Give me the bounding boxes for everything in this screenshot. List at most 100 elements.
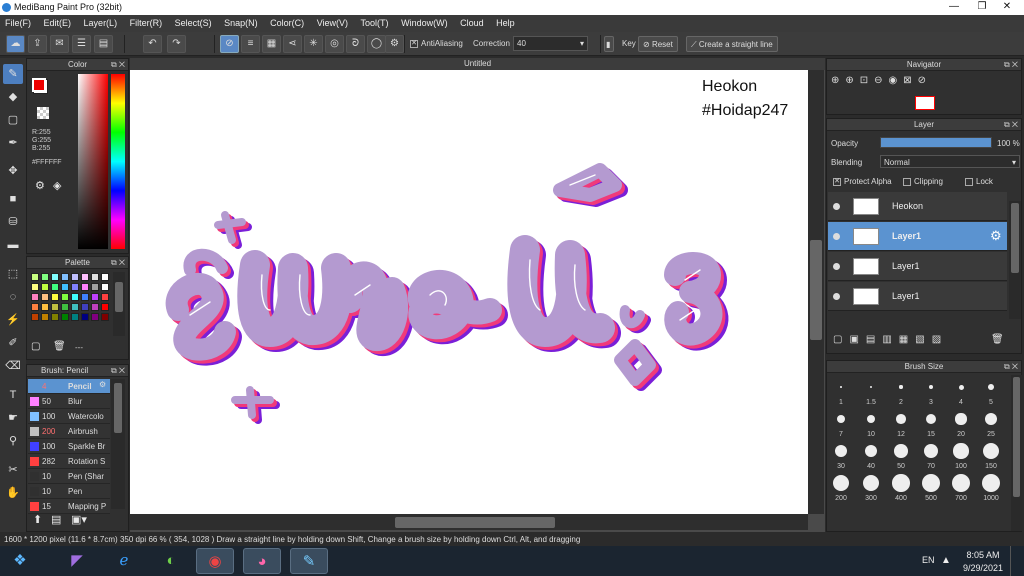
add-brush-icon[interactable]: ⬆: [33, 513, 42, 526]
correction-select[interactable]: 40 ▾: [513, 36, 588, 51]
palette-swatch[interactable]: [91, 313, 99, 321]
palette-swatch[interactable]: [91, 303, 99, 311]
trash-icon[interactable]: 🗑: [53, 341, 66, 352]
menu-file[interactable]: File(F): [0, 15, 36, 28]
layer-gear-icon[interactable]: ⚙: [990, 228, 1002, 244]
share-icon[interactable]: ⇪: [28, 35, 47, 53]
antialiasing-checkbox[interactable]: ✕ AntiAliasing: [410, 39, 463, 48]
brush-size-option[interactable]: 5: [976, 378, 1006, 406]
palette-swatch[interactable]: [91, 273, 99, 281]
menu-filter[interactable]: Filter(R): [125, 15, 168, 28]
palette-swatch[interactable]: [91, 283, 99, 291]
blending-select[interactable]: Normal ▾: [880, 155, 1020, 168]
foreground-color-swatch[interactable]: [32, 78, 46, 92]
protect-alpha-checkbox[interactable]: ✕ Protect Alpha: [833, 177, 892, 186]
brush-size-option[interactable]: 12: [886, 410, 916, 438]
brush-size-option[interactable]: 1000: [976, 474, 1006, 502]
canvas-vertical-scrollbar[interactable]: [808, 70, 824, 514]
brush-size-option[interactable]: 150: [976, 442, 1006, 470]
app-green-icon[interactable]: ◐: [152, 548, 190, 574]
brush-list-item[interactable]: 10 Pen: [28, 484, 110, 499]
grid-snap-icon[interactable]: ▦: [262, 35, 281, 53]
palette-swatch[interactable]: [51, 313, 59, 321]
lasso-tool-icon[interactable]: ◌: [3, 287, 23, 307]
undo-icon[interactable]: ↶: [143, 35, 162, 53]
snap-settings-gear-icon[interactable]: ⚙: [385, 35, 404, 53]
navigator-thumbnail[interactable]: [915, 96, 935, 110]
hue-slider[interactable]: [111, 74, 125, 249]
palette-swatch[interactable]: [81, 293, 89, 301]
layer-scrollbar[interactable]: [1009, 201, 1021, 319]
palette-swatch[interactable]: [71, 293, 79, 301]
navigator-zoom-controls[interactable]: ⊕⊕⊡⊖◉⊠⊘: [831, 75, 932, 86]
palette-swatch[interactable]: [41, 293, 49, 301]
visibility-eye-icon[interactable]: [833, 293, 840, 300]
brush-size-option[interactable]: 7: [826, 410, 856, 438]
brush-size-option[interactable]: 15: [916, 410, 946, 438]
menu-select[interactable]: Select(S): [170, 15, 217, 28]
palette-swatch[interactable]: [31, 313, 39, 321]
comment-icon[interactable]: ✉: [50, 35, 69, 53]
panel-buttons-icon[interactable]: ⧉ ✕: [1004, 119, 1018, 131]
medibang-icon[interactable]: ✎: [290, 548, 328, 574]
palette-swatch[interactable]: [31, 293, 39, 301]
close-button[interactable]: ✕: [990, 0, 1024, 15]
visual-studio-icon[interactable]: ◤: [58, 548, 96, 574]
add-page-icon[interactable]: ▢: [31, 341, 40, 352]
brush-menu-icon[interactable]: ▣▾: [71, 513, 87, 526]
palette-icon[interactable]: ⚙: [35, 179, 45, 192]
canvas-paper[interactable]: Heokon #Hoidap247: [130, 70, 808, 514]
brush-size-option[interactable]: 1: [826, 378, 856, 406]
palette-scrollbar[interactable]: [113, 272, 125, 336]
panel-buttons-icon[interactable]: ⧉ ✕: [1004, 59, 1018, 71]
brush-size-option[interactable]: 700: [946, 474, 976, 502]
brush-size-option[interactable]: 3: [916, 378, 946, 406]
brush-size-option[interactable]: 70: [916, 442, 946, 470]
rectangle-tool-icon[interactable]: ▢: [3, 110, 23, 130]
palette-swatch[interactable]: [31, 283, 39, 291]
palette-swatch[interactable]: [51, 293, 59, 301]
brush-gear-icon[interactable]: ⚙: [99, 380, 106, 389]
divide-tool-icon[interactable]: ✂: [3, 460, 23, 480]
panel-buttons-icon[interactable]: ⧉ ✕: [1004, 361, 1018, 373]
menu-edit[interactable]: Edit(E): [39, 15, 77, 28]
brush-size-option[interactable]: 30: [826, 442, 856, 470]
concentric-snap-icon[interactable]: ◎: [325, 35, 344, 53]
parallel-snap-icon[interactable]: ≡: [241, 35, 260, 53]
palette-swatch[interactable]: [101, 273, 109, 281]
opacity-slider[interactable]: [880, 137, 992, 148]
brush-size-option[interactable]: 50: [886, 442, 916, 470]
brush-size-option[interactable]: 10: [856, 410, 886, 438]
reset-button[interactable]: ⊘ Reset: [638, 36, 678, 52]
menu-window[interactable]: Window(W): [396, 15, 453, 28]
magic-wand-icon[interactable]: ⚡: [3, 310, 23, 330]
brush-size-option[interactable]: 1.5: [856, 378, 886, 406]
hand-tool-icon[interactable]: ✋: [3, 483, 23, 503]
menu-help[interactable]: Help: [491, 15, 520, 28]
layer-action-icons[interactable]: ▢▣▤▥▦▧▨: [833, 334, 948, 345]
palette-swatch[interactable]: [61, 313, 69, 321]
menu-snap[interactable]: Snap(N): [219, 15, 263, 28]
brush-tool-icon[interactable]: ✎: [3, 64, 23, 84]
color-picker-icon[interactable]: ◈: [53, 179, 61, 192]
panel-buttons-icon[interactable]: ⧉ ✕: [111, 257, 125, 269]
visibility-eye-icon[interactable]: [833, 203, 840, 210]
dot-tool-icon[interactable]: ✒: [3, 133, 23, 153]
palette-swatch[interactable]: [101, 303, 109, 311]
palette-swatch[interactable]: [41, 283, 49, 291]
brush-list-item[interactable]: 100 Watercolo: [28, 409, 110, 424]
visibility-eye-icon[interactable]: [833, 263, 840, 270]
palette-swatch[interactable]: [51, 273, 59, 281]
brush-list-item[interactable]: 4 Pencil ⚙: [28, 379, 110, 394]
brush-size-option[interactable]: 200: [826, 474, 856, 502]
panel-buttons-icon[interactable]: ⧉ ✕: [111, 59, 125, 71]
menu-view[interactable]: View(V): [312, 15, 353, 28]
transparent-color-swatch[interactable]: [37, 107, 49, 119]
language-indicator[interactable]: EN: [922, 555, 935, 565]
brush-size-option[interactable]: 4: [946, 378, 976, 406]
palette-swatch[interactable]: [101, 283, 109, 291]
brush-size-option[interactable]: 2: [886, 378, 916, 406]
palette-swatch[interactable]: [91, 293, 99, 301]
brush-list-item[interactable]: 282 Rotation S: [28, 454, 110, 469]
text-tool-icon[interactable]: T: [3, 385, 23, 405]
